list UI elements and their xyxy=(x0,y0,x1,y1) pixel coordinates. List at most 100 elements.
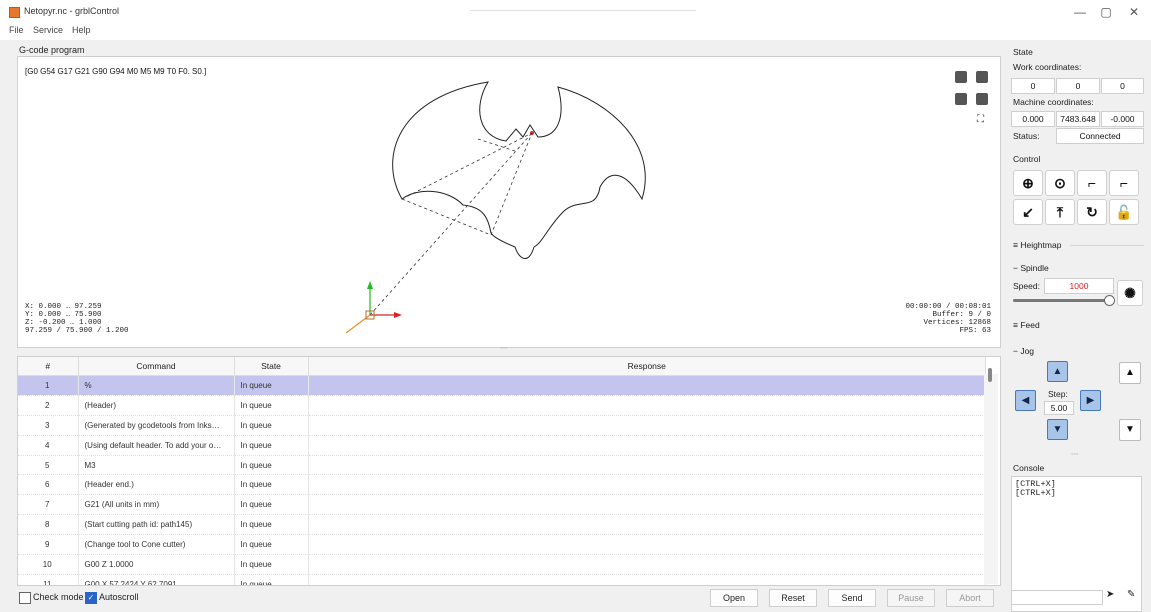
row-response xyxy=(308,474,986,496)
row-state: In queue xyxy=(234,415,309,436)
row-number: 9 xyxy=(18,534,79,556)
heightmap-section[interactable]: ≡ Heightmap xyxy=(1013,240,1061,250)
machine-coords-label: Machine coordinates: xyxy=(1013,97,1094,107)
row-state: In queue xyxy=(234,574,309,585)
splitter-handle[interactable]: ◦◦◦ xyxy=(500,345,507,352)
view-iso-button[interactable] xyxy=(955,71,967,83)
table-scrollbar[interactable] xyxy=(984,374,998,584)
status-label: Status: xyxy=(1013,131,1040,141)
table-row[interactable]: 3 (Generated by gcodetools from Inks… In q… xyxy=(18,415,986,436)
jog-title: Jog xyxy=(1020,346,1035,356)
row-number: 8 xyxy=(18,514,79,536)
probe-z-button[interactable]: ⊙ xyxy=(1045,170,1075,196)
step-field[interactable]: 5.00 xyxy=(1044,401,1074,415)
view-front-button[interactable] xyxy=(955,93,967,105)
spindle-section[interactable]: − Spindle xyxy=(1013,263,1049,273)
send-button[interactable]: Send xyxy=(828,589,876,607)
close-button[interactable]: ✕ xyxy=(1122,4,1146,20)
open-button[interactable]: Open xyxy=(710,589,758,607)
col-header-response[interactable]: Response xyxy=(308,357,986,376)
table-row[interactable]: 1% In queue xyxy=(18,375,986,396)
table-row[interactable]: 4 (Using default header. To add your o… In… xyxy=(18,435,986,456)
unlock-button[interactable]: 🔓 xyxy=(1109,199,1139,225)
row-response xyxy=(308,395,986,416)
machine-y-field: 7483.648 xyxy=(1056,111,1100,127)
row-command: G00 X 57.2424 Y 62.7091 xyxy=(78,574,235,585)
jog-y-plus-button[interactable]: ▲ xyxy=(1047,361,1068,382)
pause-button[interactable]: Pause xyxy=(887,589,935,607)
col-header-number[interactable]: # xyxy=(18,357,79,376)
fit-view-icon[interactable]: ⛶ xyxy=(977,114,984,125)
gcode-3d-view[interactable] xyxy=(17,56,1001,348)
reset-button[interactable]: Reset xyxy=(769,589,817,607)
abort-button[interactable]: Abort xyxy=(946,589,994,607)
table-row[interactable]: 8 (Start cutting path id: path145) In queu… xyxy=(18,514,986,536)
view-top-button[interactable] xyxy=(976,71,988,83)
zero-xy-icon: ⌐ xyxy=(1087,175,1097,191)
row-command: M3 xyxy=(78,455,235,476)
jog-x-plus-button[interactable]: ▶ xyxy=(1080,390,1101,411)
row-state: In queue xyxy=(234,514,309,536)
feed-section[interactable]: ≡ Feed xyxy=(1013,320,1040,330)
maximize-button[interactable]: ▢ xyxy=(1094,4,1118,20)
zero-xy-button[interactable]: ⌐ xyxy=(1077,170,1107,196)
jog-z-plus-button[interactable]: ▲ xyxy=(1119,362,1141,384)
row-number: 7 xyxy=(18,494,79,516)
safe-position-button[interactable]: ⤒ xyxy=(1045,199,1075,225)
send-command-icon[interactable]: ➤ xyxy=(1106,589,1114,600)
jog-y-minus-button[interactable]: ▼ xyxy=(1047,419,1068,440)
jog-section[interactable]: − Jog xyxy=(1013,346,1034,356)
row-response xyxy=(308,574,986,585)
restore-origin-button[interactable]: ↙ xyxy=(1013,199,1043,225)
menu-help[interactable]: Help xyxy=(72,25,91,35)
home-search-button[interactable]: ⊕ xyxy=(1013,170,1043,196)
clear-console-icon[interactable]: ✎ xyxy=(1127,589,1135,600)
row-number: 5 xyxy=(18,455,79,476)
spindle-speed-field[interactable]: 1000 xyxy=(1044,278,1114,294)
table-header-row: # Command State Response xyxy=(18,357,986,376)
feed-title: Feed xyxy=(1020,320,1040,330)
minimize-button[interactable]: — xyxy=(1068,4,1092,20)
view-left-button[interactable] xyxy=(976,93,988,105)
zero-z-button[interactable]: ⌐ xyxy=(1109,170,1139,196)
console-input[interactable] xyxy=(1011,590,1103,605)
arrow-right-icon: ▶ xyxy=(1086,395,1095,406)
check-mode-checkbox[interactable] xyxy=(19,592,31,604)
reset-control-button[interactable]: ↻ xyxy=(1077,199,1107,225)
row-state: In queue xyxy=(234,375,309,396)
triangle-up-icon: ▲ xyxy=(1125,367,1135,378)
fps-readout: FPS: 63 xyxy=(959,327,991,335)
table-row[interactable]: 6 (Header end.) In queue xyxy=(18,474,986,496)
spindle-toggle-button[interactable]: ✺ xyxy=(1117,280,1143,306)
col-header-command[interactable]: Command xyxy=(78,357,235,376)
autoscroll-checkbox[interactable]: ✓ xyxy=(85,592,97,604)
menu-service[interactable]: Service xyxy=(33,25,63,35)
row-command: (Generated by gcodetools from Inks… xyxy=(78,415,235,436)
row-response xyxy=(308,455,986,476)
jog-z-minus-button[interactable]: ▼ xyxy=(1119,419,1141,441)
gcode-table[interactable]: # Command State Response 1% In queue 2 (Hea… xyxy=(17,356,1001,586)
table-row[interactable]: 11 G00 X 57.2424 Y 62.7091 In queue xyxy=(18,574,986,585)
table-row[interactable]: 5 M3 In queue xyxy=(18,455,986,476)
table-scrollbar-thumb[interactable] xyxy=(988,368,992,382)
splitter-handle-right[interactable]: ◦◦◦ xyxy=(1071,451,1078,458)
row-response xyxy=(308,494,986,516)
coord-size: 97.259 / 75.900 / 1.200 xyxy=(25,327,129,335)
table-row[interactable]: 9 (Change tool to Cone cutter) In queue xyxy=(18,534,986,556)
spindle-slider-handle[interactable] xyxy=(1104,295,1115,306)
work-z-field: 0 xyxy=(1101,78,1144,94)
bat-outline xyxy=(392,81,646,259)
menu-file[interactable]: File xyxy=(9,25,24,35)
table-row[interactable]: 7 G21 (All units in mm) In queue xyxy=(18,494,986,516)
col-header-state[interactable]: State xyxy=(234,357,309,376)
row-response xyxy=(308,415,986,436)
spindle-icon: ✺ xyxy=(1124,285,1136,301)
arrow-up-icon: ▲ xyxy=(1052,366,1063,377)
jog-x-minus-button[interactable]: ◀ xyxy=(1015,390,1036,411)
table-row[interactable]: 2 (Header) In queue xyxy=(18,395,986,416)
table-row[interactable]: 10 G00 Z 1.0000 In queue xyxy=(18,554,986,575)
coord-z-range: Z: -0.200 … 1.000 xyxy=(25,319,102,327)
row-number: 11 xyxy=(18,574,79,585)
row-number: 4 xyxy=(18,435,79,456)
control-title: Control xyxy=(1013,154,1041,164)
